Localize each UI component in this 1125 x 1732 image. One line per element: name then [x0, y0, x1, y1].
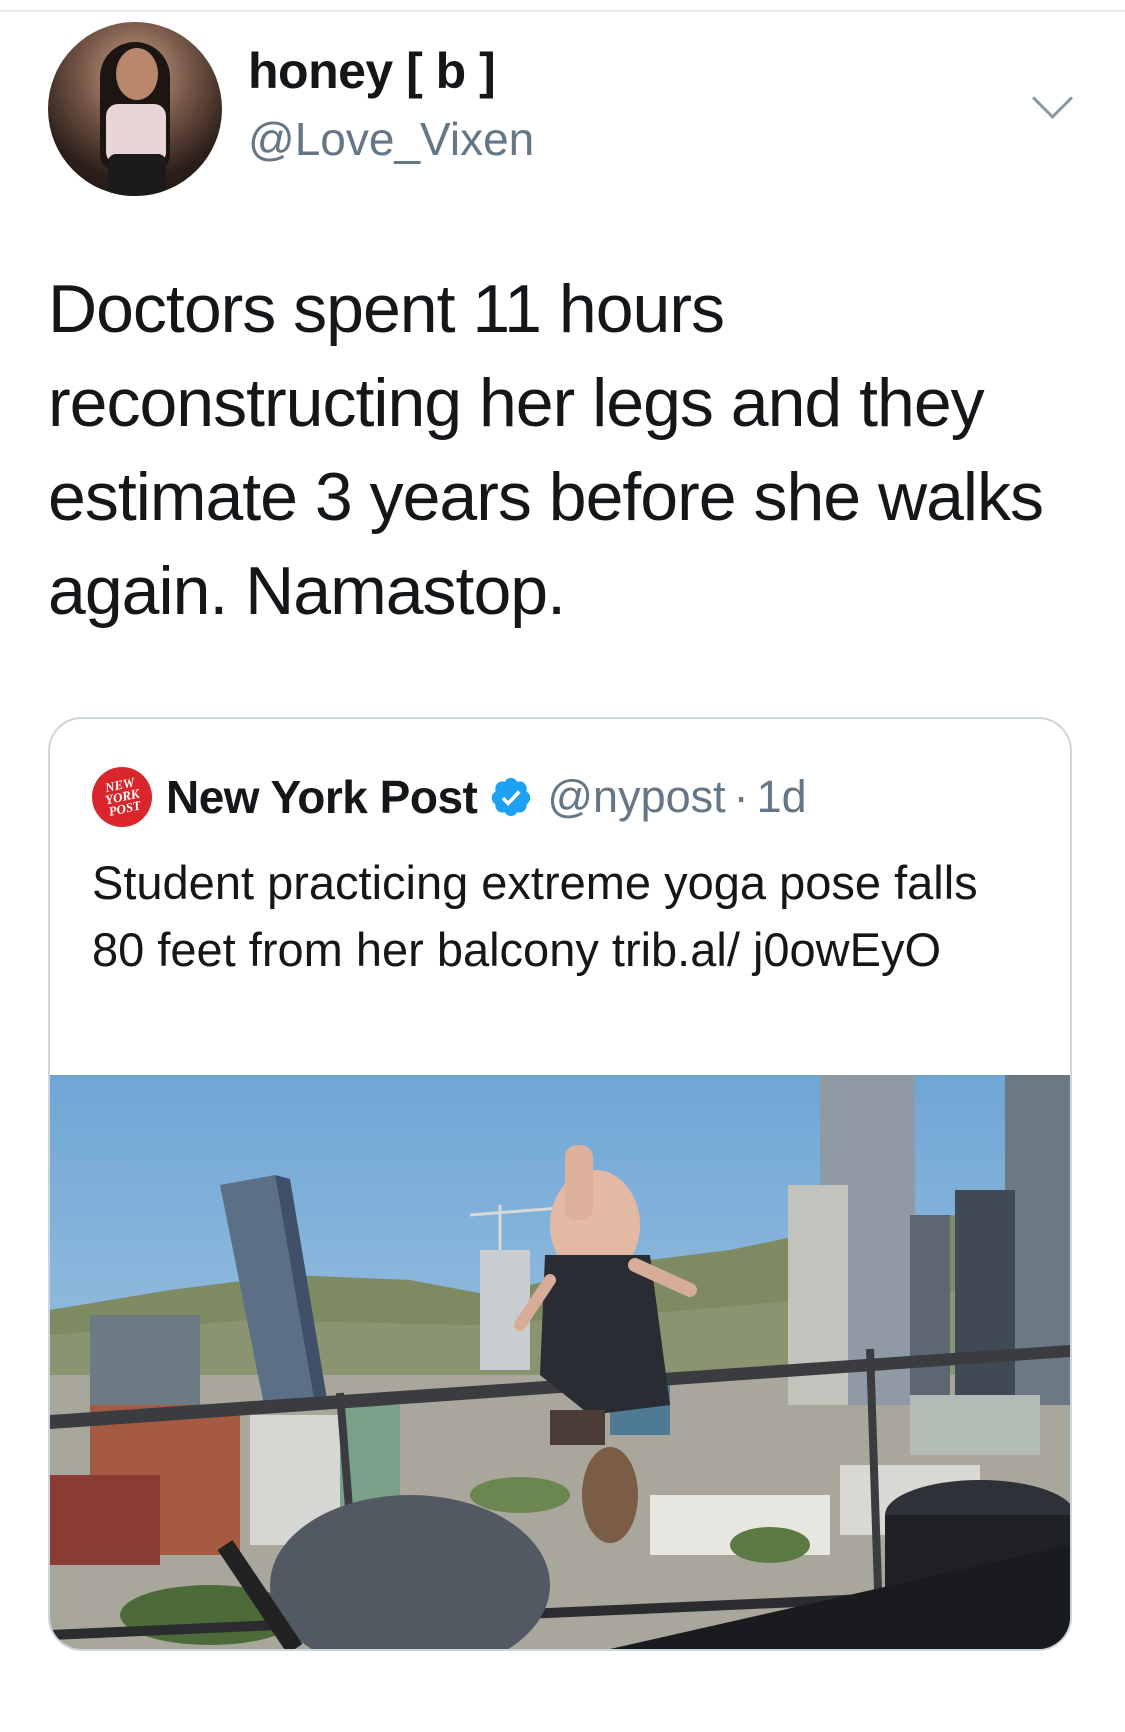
nypost-logo-text: NEW YORK POST	[103, 774, 142, 819]
quoted-tweet-text: Student practicing extreme yoga pose fal…	[92, 856, 978, 976]
nypost-logo: NEW YORK POST	[92, 767, 152, 827]
quoted-handle: @nypost	[547, 771, 726, 822]
tweet-text: Doctors spent 11 hours reconstructing he…	[48, 271, 1044, 629]
quoted-tweet-card[interactable]: NEW YORK POST New York Post @nypost · 1d S…	[48, 717, 1072, 1651]
quoted-tweet-photo[interactable]	[50, 1075, 1070, 1649]
separator-dot: ·	[733, 771, 749, 822]
quoted-tweet-header: NEW YORK POST New York Post @nypost · 1d	[92, 767, 807, 827]
quoted-display-name: New York Post	[166, 771, 478, 823]
tweet-header: honey [ b ] @Love_Vixen	[48, 22, 1088, 202]
verified-badge-icon	[492, 777, 531, 817]
avatar[interactable]	[48, 22, 222, 196]
display-name[interactable]: honey [ b ]	[248, 42, 496, 100]
chevron-down-icon[interactable]	[1031, 77, 1074, 120]
balcony-photo	[50, 1075, 1070, 1649]
top-divider	[0, 10, 1125, 12]
quoted-timestamp: 1d	[756, 771, 807, 822]
user-handle[interactable]: @Love_Vixen	[248, 112, 534, 166]
